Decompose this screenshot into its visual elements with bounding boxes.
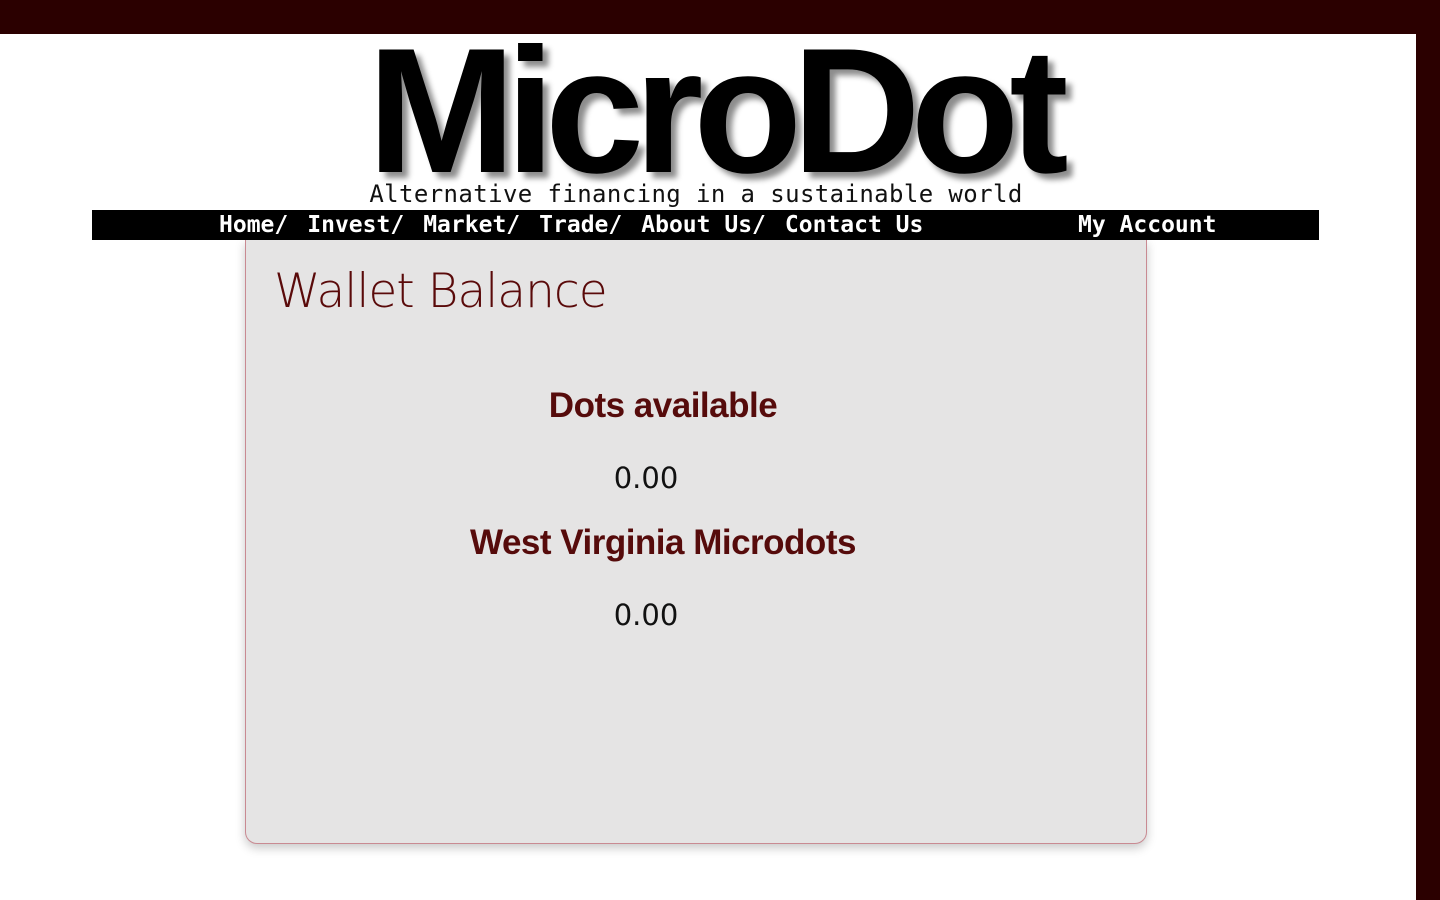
west-virginia-microdots-value: 0.00 — [613, 598, 679, 632]
nav-link-contact-us[interactable]: Contact Us — [785, 210, 923, 240]
nav-separator: / — [608, 212, 623, 238]
dots-available-value: 0.00 — [613, 461, 679, 495]
page-title: Wallet Balance — [274, 264, 608, 319]
nav-link-invest[interactable]: Invest — [307, 210, 390, 240]
nav-link-trade[interactable]: Trade — [539, 210, 608, 240]
nav-separator: / — [274, 212, 289, 238]
west-virginia-microdots-heading: West Virginia Microdots — [470, 523, 856, 562]
nav-link-market[interactable]: Market — [423, 210, 506, 240]
nav-link-my-account[interactable]: My Account — [1078, 210, 1216, 240]
nav-link-about-us[interactable]: About Us — [641, 210, 752, 240]
dots-available-heading: Dots available — [548, 386, 778, 425]
nav-links: Home / Invest / Market / Trade / About Us / C… — [219, 210, 923, 240]
tagline: Alternative financing in a sustainable w… — [369, 180, 1023, 208]
page-body: MicroDot Alternative financing in a sust… — [0, 22, 1416, 900]
nav-separator: / — [390, 212, 405, 238]
nav-separator: / — [506, 212, 521, 238]
nav-separator: / — [752, 212, 766, 238]
main-navbar: Home / Invest / Market / Trade / About Us / C… — [92, 210, 1319, 240]
nav-link-home[interactable]: Home — [219, 210, 274, 240]
microdot-logo[interactable]: MicroDot — [318, 22, 1108, 200]
wallet-balance-card: Wallet Balance Dots available 0.00 West … — [245, 240, 1147, 844]
